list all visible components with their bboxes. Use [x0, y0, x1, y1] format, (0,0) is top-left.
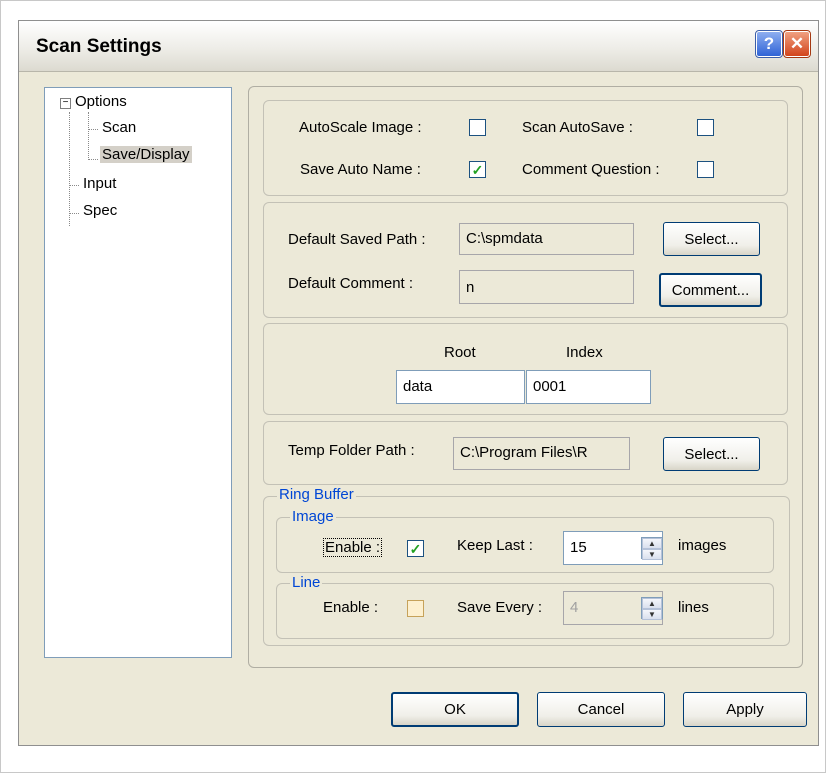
tree-connector: [88, 112, 89, 160]
saved-path-select-button[interactable]: Select...: [663, 222, 760, 256]
root-input[interactable]: data: [396, 370, 525, 404]
line-legend: Line: [290, 574, 323, 591]
save-auto-name-checkbox[interactable]: ✓: [469, 161, 486, 178]
tree-item-save-display[interactable]: Save/Display: [100, 146, 192, 163]
default-saved-path-label: Default Saved Path :: [288, 231, 426, 248]
spin-up-icon[interactable]: ▲: [642, 598, 662, 609]
default-comment-label: Default Comment :: [288, 275, 414, 292]
line-enable-label: Enable :: [323, 599, 379, 616]
naming-group: Root Index data 0001: [263, 323, 788, 415]
spin-down-icon[interactable]: ▼: [642, 609, 662, 620]
save-auto-name-label: Save Auto Name :: [300, 161, 421, 178]
tree-item-scan[interactable]: Scan: [102, 119, 136, 136]
line-buffer-group: Enable : Save Every : 4 ▲ ▼ lines: [276, 583, 774, 639]
collapse-icon[interactable]: −: [60, 98, 71, 109]
tree-connector: [88, 159, 98, 160]
tree-connector: [69, 213, 79, 214]
tree-item-options[interactable]: Options: [75, 93, 127, 110]
root-label: Root: [444, 344, 476, 361]
tree-connector: [69, 112, 70, 226]
line-enable-checkbox[interactable]: [407, 600, 424, 617]
scan-autosave-label: Scan AutoSave :: [522, 119, 633, 136]
tree-item-input[interactable]: Input: [83, 175, 116, 192]
tree-connector: [88, 129, 98, 130]
temp-folder-path-field[interactable]: C:\Program Files\R: [453, 437, 630, 470]
image-enable-label: Enable :: [323, 538, 383, 557]
temp-folder-select-button[interactable]: Select...: [663, 437, 760, 471]
cancel-button[interactable]: Cancel: [537, 692, 665, 727]
window-title: Scan Settings: [36, 36, 162, 57]
image-legend: Image: [290, 508, 336, 525]
settings-tree: − Options Scan Save/Display Input Spec: [44, 87, 232, 658]
help-button[interactable]: ?: [755, 30, 783, 58]
index-label: Index: [566, 344, 603, 361]
default-comment-field[interactable]: n: [459, 270, 634, 304]
autoscale-image-label: AutoScale Image :: [299, 119, 422, 136]
comment-question-checkbox[interactable]: [697, 161, 714, 178]
save-every-label: Save Every :: [457, 599, 543, 616]
tree-connector: [69, 185, 79, 186]
image-buffer-group: Enable : ✓ Keep Last : 15 ▲ ▼ images: [276, 517, 774, 573]
save-every-spinner[interactable]: ▲ ▼: [641, 597, 663, 620]
image-enable-checkbox[interactable]: ✓: [407, 540, 424, 557]
apply-button[interactable]: Apply: [683, 692, 807, 727]
keep-last-spinner[interactable]: ▲ ▼: [641, 537, 663, 560]
autoscale-image-checkbox[interactable]: [469, 119, 486, 136]
spin-down-icon[interactable]: ▼: [642, 549, 662, 560]
images-unit-label: images: [678, 537, 727, 554]
ring-buffer-legend: Ring Buffer: [277, 486, 356, 503]
index-input[interactable]: 0001: [526, 370, 651, 404]
comment-button[interactable]: Comment...: [659, 273, 762, 307]
temp-folder-group: Temp Folder Path : C:\Program Files\R Se…: [263, 421, 788, 485]
lines-unit-label: lines: [678, 599, 709, 616]
comment-question-label: Comment Question :: [522, 161, 660, 178]
temp-folder-path-label: Temp Folder Path :: [288, 442, 415, 459]
scan-autosave-checkbox[interactable]: [697, 119, 714, 136]
ok-button[interactable]: OK: [391, 692, 519, 727]
close-button[interactable]: ✕: [783, 30, 811, 58]
tree-item-spec[interactable]: Spec: [83, 202, 117, 219]
options-group: AutoScale Image : Scan AutoSave : Save A…: [263, 100, 788, 196]
paths-group: Default Saved Path : C:\spmdata Select..…: [263, 202, 788, 318]
keep-last-label: Keep Last :: [457, 537, 533, 554]
default-saved-path-field[interactable]: C:\spmdata: [459, 223, 634, 255]
spin-up-icon[interactable]: ▲: [642, 538, 662, 549]
